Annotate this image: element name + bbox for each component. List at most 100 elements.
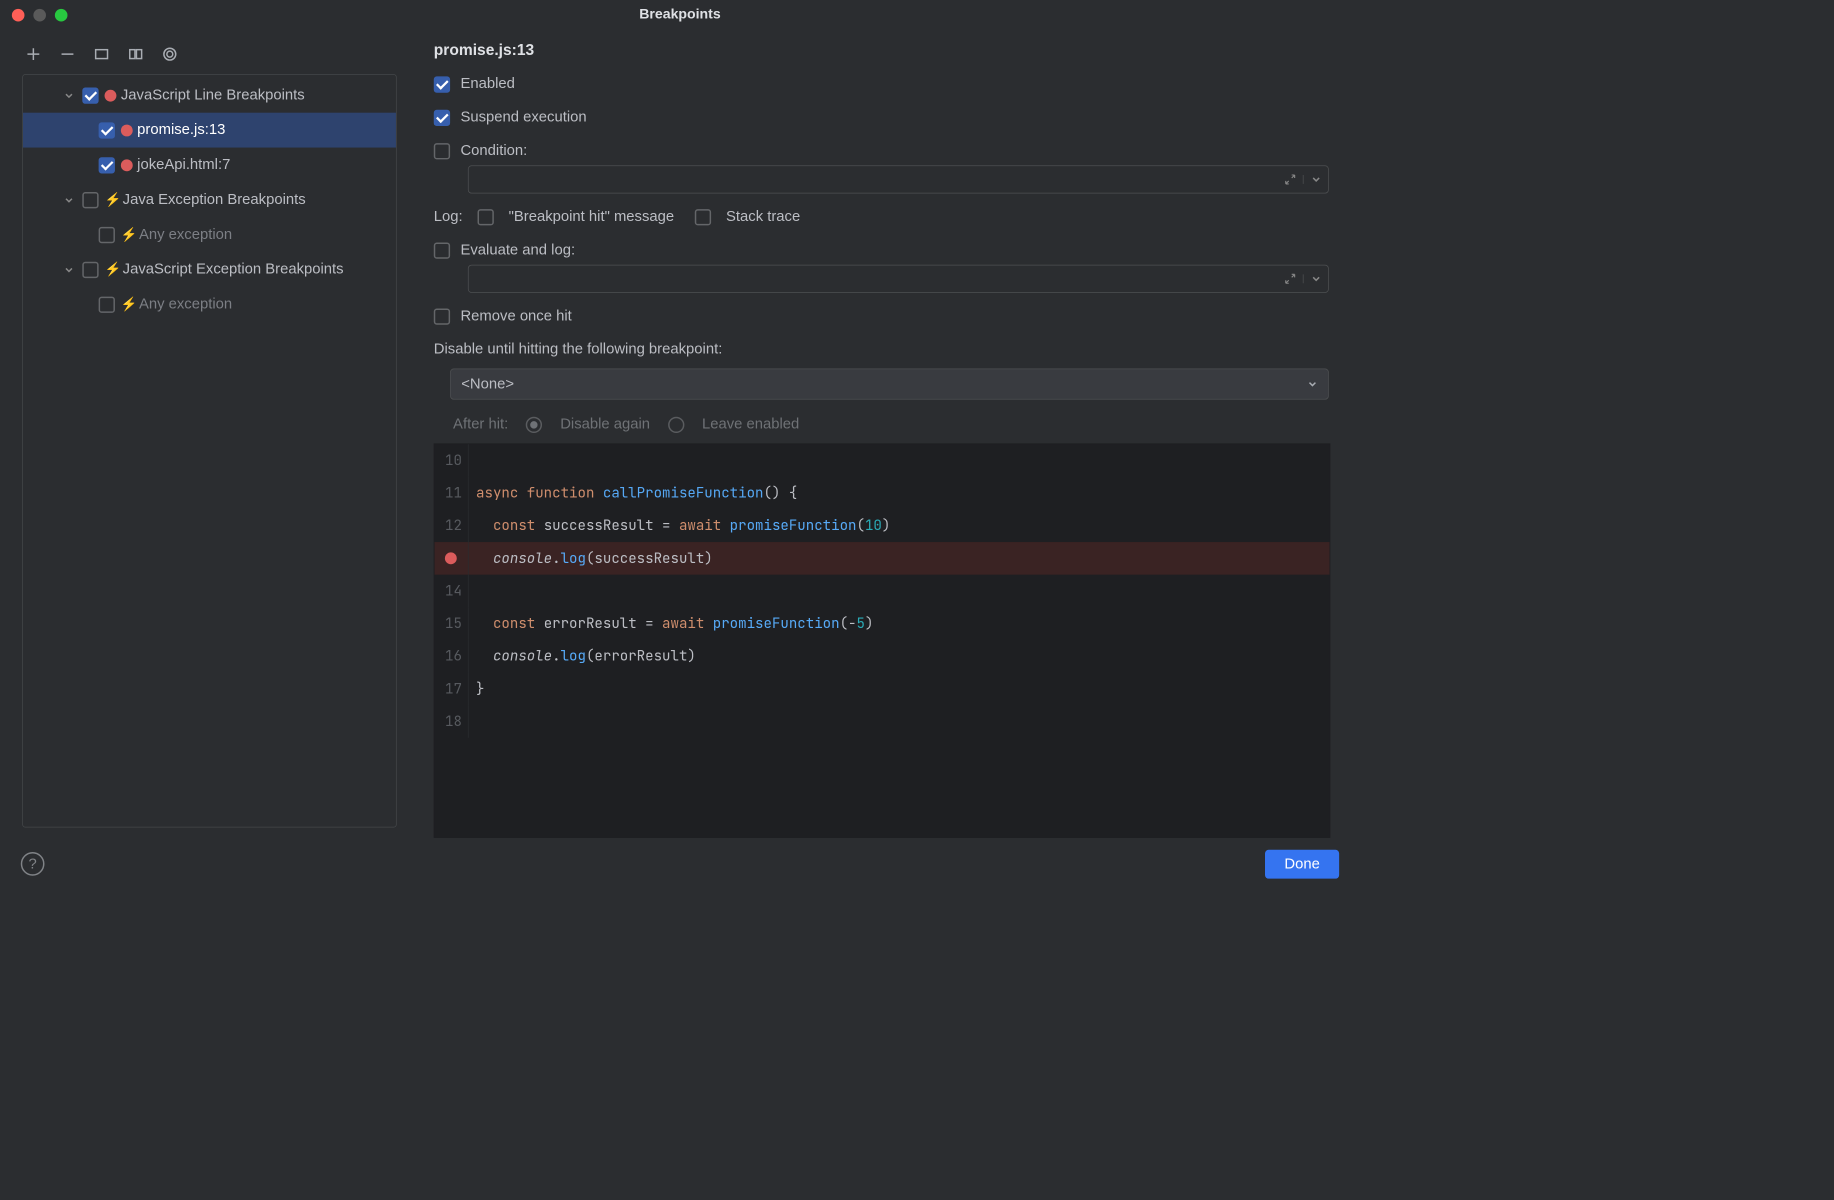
code-line: console.log(successResult) bbox=[435, 542, 1330, 575]
code-text bbox=[469, 444, 476, 477]
expand-icon[interactable] bbox=[1278, 174, 1303, 186]
after-hit-disable-radio[interactable] bbox=[526, 416, 542, 432]
breakpoint-dot-icon bbox=[105, 89, 117, 101]
eval-log-checkbox[interactable] bbox=[434, 242, 450, 258]
code-gutter: 14 bbox=[435, 575, 469, 608]
eval-log-label: Evaluate and log: bbox=[460, 242, 575, 259]
code-text: async function callPromiseFunction() { bbox=[469, 477, 798, 510]
remove-once-label: Remove once hit bbox=[460, 308, 571, 325]
sidebar-toolbar bbox=[22, 39, 396, 75]
dropdown-icon[interactable] bbox=[1303, 274, 1328, 283]
breakpoint-dot-icon bbox=[121, 159, 133, 171]
code-gutter: 16 bbox=[435, 640, 469, 673]
tree-group-label: Java Exception Breakpoints bbox=[123, 191, 306, 208]
group-js-exc-checkbox[interactable] bbox=[82, 261, 98, 277]
chevron-down-icon bbox=[60, 195, 78, 205]
condition-field bbox=[468, 165, 1329, 193]
item-js-any-checkbox[interactable] bbox=[99, 296, 115, 312]
group-by-file-icon[interactable] bbox=[160, 44, 179, 63]
group-by-package-icon[interactable] bbox=[92, 44, 111, 63]
tree-item-label: Any exception bbox=[139, 226, 232, 243]
enabled-checkbox[interactable] bbox=[434, 76, 450, 92]
option-suspend: Suspend execution bbox=[434, 109, 1330, 126]
code-gutter: 18 bbox=[435, 705, 469, 738]
expand-icon[interactable] bbox=[1278, 273, 1303, 285]
code-text: const errorResult = await promiseFunctio… bbox=[469, 607, 874, 640]
breakpoint-dot-icon bbox=[121, 124, 133, 136]
enabled-label: Enabled bbox=[460, 76, 514, 93]
after-hit-leave-radio[interactable] bbox=[668, 416, 684, 432]
item-java-any-checkbox[interactable] bbox=[99, 227, 115, 243]
disable-until-label: Disable until hitting the following brea… bbox=[434, 341, 1330, 358]
tree-group-java-exc[interactable]: ⚡ Java Exception Breakpoints bbox=[23, 182, 396, 217]
tree-group-js-line[interactable]: JavaScript Line Breakpoints bbox=[23, 78, 396, 113]
tree-item-promise[interactable]: promise.js:13 bbox=[23, 113, 396, 148]
details-panel: promise.js:13 Enabled Suspend execution … bbox=[419, 30, 1360, 838]
code-line: 10 bbox=[435, 444, 1330, 477]
window-controls bbox=[12, 9, 68, 22]
titlebar: Breakpoints bbox=[0, 0, 1360, 30]
dialog-footer: ? Done bbox=[0, 838, 1360, 890]
log-hit-label: "Breakpoint hit" message bbox=[509, 208, 675, 225]
after-hit-label: After hit: bbox=[453, 416, 508, 433]
details-header: promise.js:13 bbox=[434, 42, 1330, 60]
tree-item-js-any[interactable]: ⚡ Any exception bbox=[23, 287, 396, 322]
close-window-icon[interactable] bbox=[12, 9, 25, 22]
item-jokeapi-checkbox[interactable] bbox=[99, 157, 115, 173]
tree-item-jokeapi[interactable]: jokeApi.html:7 bbox=[23, 148, 396, 183]
option-eval-log: Evaluate and log: bbox=[434, 242, 1330, 259]
code-text: console.log(successResult) bbox=[469, 542, 713, 575]
code-gutter: 15 bbox=[435, 607, 469, 640]
help-button[interactable]: ? bbox=[21, 852, 45, 876]
sidebar: JavaScript Line Breakpoints promise.js:1… bbox=[0, 30, 419, 838]
item-promise-checkbox[interactable] bbox=[99, 122, 115, 138]
tree-item-label: Any exception bbox=[139, 296, 232, 313]
condition-input[interactable] bbox=[469, 174, 1278, 185]
group-js-line-checkbox[interactable] bbox=[82, 87, 98, 103]
option-remove-once: Remove once hit bbox=[434, 308, 1330, 325]
code-gutter: 11 bbox=[435, 477, 469, 510]
condition-checkbox[interactable] bbox=[434, 143, 450, 159]
group-java-exc-checkbox[interactable] bbox=[82, 192, 98, 208]
eval-log-input[interactable] bbox=[469, 273, 1278, 284]
done-button[interactable]: Done bbox=[1265, 849, 1339, 878]
tree-item-label: promise.js:13 bbox=[137, 122, 225, 139]
exception-bolt-icon: ⚡ bbox=[121, 297, 138, 313]
suspend-checkbox[interactable] bbox=[434, 109, 450, 125]
add-breakpoint-icon[interactable] bbox=[24, 44, 43, 63]
tree-item-java-any[interactable]: ⚡ Any exception bbox=[23, 217, 396, 252]
code-gutter: 17 bbox=[435, 673, 469, 706]
suspend-label: Suspend execution bbox=[460, 109, 586, 126]
group-by-class-icon[interactable] bbox=[126, 44, 145, 63]
chevron-down-icon bbox=[1307, 379, 1317, 389]
code-text: const successResult = await promiseFunct… bbox=[469, 509, 891, 542]
tree-group-js-exc[interactable]: ⚡ JavaScript Exception Breakpoints bbox=[23, 252, 396, 287]
eval-log-field bbox=[468, 265, 1329, 293]
dropdown-icon[interactable] bbox=[1303, 175, 1328, 184]
option-condition: Condition: bbox=[434, 142, 1330, 159]
code-line: 17} bbox=[435, 673, 1330, 706]
chevron-down-icon bbox=[60, 90, 78, 100]
maximize-window-icon[interactable] bbox=[55, 9, 68, 22]
chevron-down-icon bbox=[60, 264, 78, 274]
remove-once-checkbox[interactable] bbox=[434, 308, 450, 324]
code-line: 15 const errorResult = await promiseFunc… bbox=[435, 607, 1330, 640]
code-text bbox=[469, 575, 476, 608]
exception-bolt-icon: ⚡ bbox=[121, 227, 138, 243]
log-hit-checkbox[interactable] bbox=[477, 209, 493, 225]
option-log-row: Log: "Breakpoint hit" message Stack trac… bbox=[434, 208, 1330, 225]
after-hit-row: After hit: Disable again Leave enabled bbox=[453, 416, 1330, 433]
code-text: } bbox=[469, 673, 485, 706]
breakpoints-tree: JavaScript Line Breakpoints promise.js:1… bbox=[22, 74, 396, 827]
option-enabled: Enabled bbox=[434, 76, 1330, 93]
remove-breakpoint-icon[interactable] bbox=[58, 44, 77, 63]
condition-label: Condition: bbox=[460, 142, 527, 159]
code-line: 16 console.log(errorResult) bbox=[435, 640, 1330, 673]
minimize-window-icon[interactable] bbox=[33, 9, 46, 22]
log-label: Log: bbox=[434, 208, 463, 225]
disable-until-select[interactable]: <None> bbox=[450, 369, 1329, 400]
code-line: 11async function callPromiseFunction() { bbox=[435, 477, 1330, 510]
window-title: Breakpoints bbox=[639, 7, 720, 23]
log-stack-checkbox[interactable] bbox=[695, 209, 711, 225]
code-line: 14 bbox=[435, 575, 1330, 608]
